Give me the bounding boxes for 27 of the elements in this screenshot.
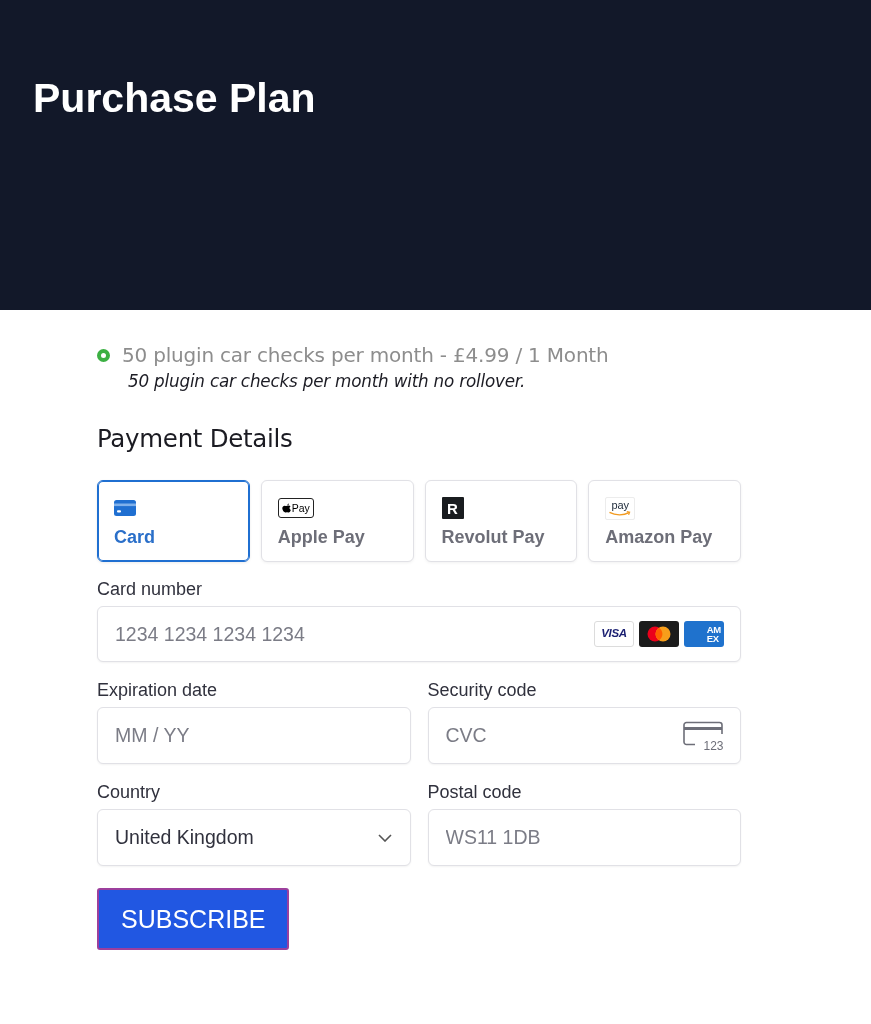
payment-method-tab[interactable]: pay Amazon Pay xyxy=(588,480,741,562)
card-brand-icon xyxy=(639,621,679,647)
radio-button[interactable] xyxy=(97,348,110,362)
field-label: Card number xyxy=(97,578,203,600)
payment-method-tab[interactable]: Pay Apple Pay xyxy=(260,480,414,562)
section-heading: Payment Details xyxy=(97,424,293,454)
field-label: Expiration date xyxy=(97,679,218,701)
amex-logo: AM EX xyxy=(684,621,724,647)
apple-icon xyxy=(281,503,291,513)
logo-text: Pay xyxy=(291,502,310,514)
subscribe-button[interactable]: SUBSCRIBE xyxy=(97,888,290,950)
postal-code-field[interactable]: WS11 1DB xyxy=(427,809,741,866)
visa-logo: VISA xyxy=(594,621,634,647)
plan-description: 50 plugin car checks per month with no rollover. xyxy=(128,370,526,392)
field-label: Country xyxy=(97,781,161,803)
chevron-down-icon xyxy=(377,833,392,842)
credit-card-icon xyxy=(114,500,136,516)
field-label: Security code xyxy=(427,679,537,701)
page-title: Purchase Plan xyxy=(33,74,316,123)
field-label: Postal code xyxy=(427,781,522,803)
revolut-logo: R xyxy=(441,497,464,519)
payment-method-tab[interactable]: Card xyxy=(97,480,250,562)
smile-arrow-icon xyxy=(609,510,632,516)
country-select[interactable]: United Kingdom xyxy=(97,809,411,866)
payment-method-tab[interactable]: R Revolut Pay xyxy=(424,480,578,562)
logo-text: pay xyxy=(611,498,630,511)
expiration-date-field[interactable]: MM / YY xyxy=(97,707,411,764)
